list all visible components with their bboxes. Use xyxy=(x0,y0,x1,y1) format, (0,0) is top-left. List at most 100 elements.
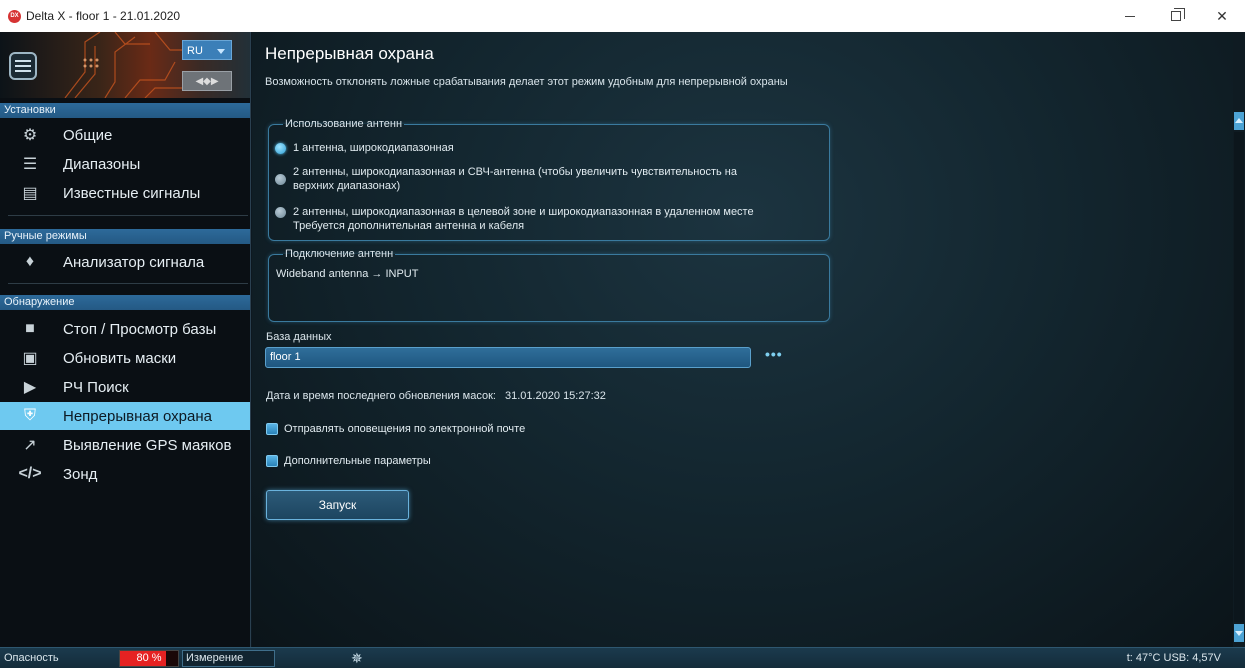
sidebar-header: RU ◀◆▶ xyxy=(0,32,250,98)
window-controls: ✕ xyxy=(1107,0,1245,32)
chevron-down-icon xyxy=(217,49,225,54)
sidebar-item-label: Анализатор сигнала xyxy=(63,253,205,271)
section-header-manual-modes: Ручные режимы xyxy=(0,229,250,244)
sidebar-divider xyxy=(8,215,248,216)
sidebar-item-stop-view-db[interactable]: ■ Стоп / Просмотр базы xyxy=(0,315,250,343)
app-logo-icon: DX xyxy=(8,9,21,23)
extra-params-option[interactable]: Дополнительные параметры xyxy=(266,455,431,467)
close-icon: ✕ xyxy=(1216,7,1228,24)
sidebar-item-label: Выявление GPS маяков xyxy=(63,436,232,454)
radio-unchecked-icon[interactable] xyxy=(275,174,286,185)
close-button[interactable]: ✕ xyxy=(1199,0,1245,32)
sidebar-item-label: Общие xyxy=(63,126,113,144)
language-select[interactable]: RU xyxy=(182,40,232,60)
last-update-row: Дата и время последнего обновления масок… xyxy=(266,390,606,402)
sidebar-item-label: Диапазоны xyxy=(63,155,141,173)
sidebar-item-label: Непрерывная охрана xyxy=(63,407,212,425)
activity-spinner-icon: ✵ xyxy=(351,650,363,666)
section-header-detection: Обнаружение xyxy=(0,295,250,310)
database-select[interactable]: floor 1 xyxy=(265,347,751,368)
danger-value: 80 % xyxy=(136,652,162,664)
code-icon: </> xyxy=(18,465,42,482)
scroll-up-button[interactable] xyxy=(1234,112,1244,130)
antenna-connection-text: Wideband antenna → INPUT xyxy=(276,268,419,280)
image-icon: ▣ xyxy=(22,350,38,367)
eye-icon: ◀◆▶ xyxy=(195,75,219,87)
sidebar-item-update-masks[interactable]: ▣ Обновить маски xyxy=(0,344,250,372)
start-button[interactable]: Запуск xyxy=(266,490,409,520)
trend-icon: ↗ xyxy=(23,437,37,454)
hamburger-menu-button[interactable] xyxy=(9,52,37,80)
sidebar-divider xyxy=(8,283,248,284)
antenna-option-3[interactable]: 2 антенны, широкодиапазонная в целевой з… xyxy=(275,205,754,233)
diamond-icon: ♦ xyxy=(25,253,35,270)
sidebar-item-label: Стоп / Просмотр базы xyxy=(63,320,217,338)
menu-icon xyxy=(15,60,31,62)
sidebar-item-label: Зонд xyxy=(63,465,98,483)
antenna-option-1[interactable]: 1 антенна, широкодиапазонная xyxy=(275,141,454,155)
minimize-button[interactable] xyxy=(1107,0,1153,32)
minimize-icon xyxy=(1125,15,1135,17)
sidebar-item-ranges[interactable]: ☰ Диапазоны xyxy=(0,150,250,178)
scroll-down-button[interactable] xyxy=(1234,624,1244,642)
danger-label: Опасность xyxy=(4,652,59,664)
page-title: Непрерывная охрана xyxy=(265,44,434,63)
antenna-option-text: 1 антенна, широкодиапазонная xyxy=(293,142,454,154)
antenna-usage-legend: Использование антенн xyxy=(285,118,403,130)
page-subtitle: Возможность отклонять ложные срабатывани… xyxy=(265,76,788,88)
scroll-track[interactable] xyxy=(1234,132,1244,622)
database-label: База данных xyxy=(266,331,332,343)
email-notify-label: Отправлять оповещения по электронной поч… xyxy=(284,423,526,435)
antenna-option-2[interactable]: 2 антенны, широкодиапазонная и СВЧ-антен… xyxy=(275,165,737,193)
section-header-settings: Установки xyxy=(0,103,250,118)
antenna-option-text: Требуется дополнительная антенна и кабел… xyxy=(293,220,525,232)
sidebar-item-gps-beacons[interactable]: ↗ Выявление GPS маяков xyxy=(0,431,250,459)
antenna-option-label: 2 антенны, широкодиапазонная и СВЧ-антен… xyxy=(293,165,737,193)
antenna-usage-group: Использование антенн 1 антенна, широкоди… xyxy=(268,118,830,241)
menu-icon-line xyxy=(15,65,31,67)
sidebar-item-probe[interactable]: </> Зонд xyxy=(0,460,250,488)
sidebar-item-known-signals[interactable]: ▤ Известные сигналы xyxy=(0,179,250,207)
sidebar-item-general[interactable]: ⚙ Общие xyxy=(0,121,250,149)
sidebar-item-label: Известные сигналы xyxy=(63,184,201,202)
sidebar-item-label: РЧ Поиск xyxy=(63,378,129,396)
main-content: Непрерывная охрана Возможность отклонять… xyxy=(252,32,1233,647)
antenna-connection-group: Подключение антенн Wideband antenna → IN… xyxy=(268,248,830,322)
antenna-option-text: 2 антенны, широкодиапазонная в целевой з… xyxy=(293,206,754,218)
sidebar: RU ◀◆▶ Установки ⚙ Общие ☰ Диапазоны ▤ И… xyxy=(0,32,251,647)
menu-icon-line xyxy=(15,70,31,72)
play-icon: ▶ xyxy=(23,379,37,396)
stop-icon: ■ xyxy=(25,320,35,337)
restore-icon xyxy=(1171,8,1185,21)
list-icon: ☰ xyxy=(22,156,38,173)
title-bar: DX Delta X - floor 1 - 21.01.2020 ✕ xyxy=(0,0,1245,32)
temperature-usb-status: t: 47°C USB: 4,57V xyxy=(1126,652,1221,664)
extra-params-checkbox[interactable] xyxy=(266,455,278,467)
sidebar-item-rf-search[interactable]: ▶ РЧ Поиск xyxy=(0,373,250,401)
vertical-scrollbar[interactable] xyxy=(1233,32,1245,647)
radio-unchecked-icon[interactable] xyxy=(275,207,286,218)
window-title: Delta X - floor 1 - 21.01.2020 xyxy=(26,9,181,23)
measure-label: Измерение xyxy=(182,650,275,667)
danger-meter: 80 % xyxy=(119,650,179,667)
antenna-option-text: 2 антенны, широкодиапазонная и СВЧ-антен… xyxy=(293,166,737,178)
last-update-label: Дата и время последнего обновления масок… xyxy=(266,390,496,402)
radio-checked-icon[interactable] xyxy=(275,143,286,154)
sidebar-item-continuous-guard[interactable]: ⛨ Непрерывная охрана xyxy=(0,402,250,430)
status-bar: Опасность 80 % Измерение ✵ t: 47°C USB: … xyxy=(0,647,1245,668)
language-value: RU xyxy=(187,45,203,57)
gear-icon: ⚙ xyxy=(22,127,38,144)
antenna-connection-legend: Подключение антенн xyxy=(285,248,394,260)
antenna-option-label: 2 антенны, широкодиапазонная в целевой з… xyxy=(293,205,754,233)
email-notify-option[interactable]: Отправлять оповещения по электронной поч… xyxy=(266,423,525,435)
email-notify-checkbox[interactable] xyxy=(266,423,278,435)
view-toggle-button[interactable]: ◀◆▶ xyxy=(182,71,232,91)
antenna-option-label: 1 антенна, широкодиапазонная xyxy=(293,141,454,155)
extra-params-label: Дополнительные параметры xyxy=(284,455,431,467)
sidebar-item-label: Обновить маски xyxy=(63,349,177,367)
last-update-value: 31.01.2020 15:27:32 xyxy=(504,390,606,402)
database-browse-button[interactable]: ••• xyxy=(765,346,783,362)
sidebar-item-signal-analyzer[interactable]: ♦ Анализатор сигнала xyxy=(0,248,250,276)
restore-button[interactable] xyxy=(1153,0,1199,32)
clipboard-icon: ▤ xyxy=(22,185,38,202)
